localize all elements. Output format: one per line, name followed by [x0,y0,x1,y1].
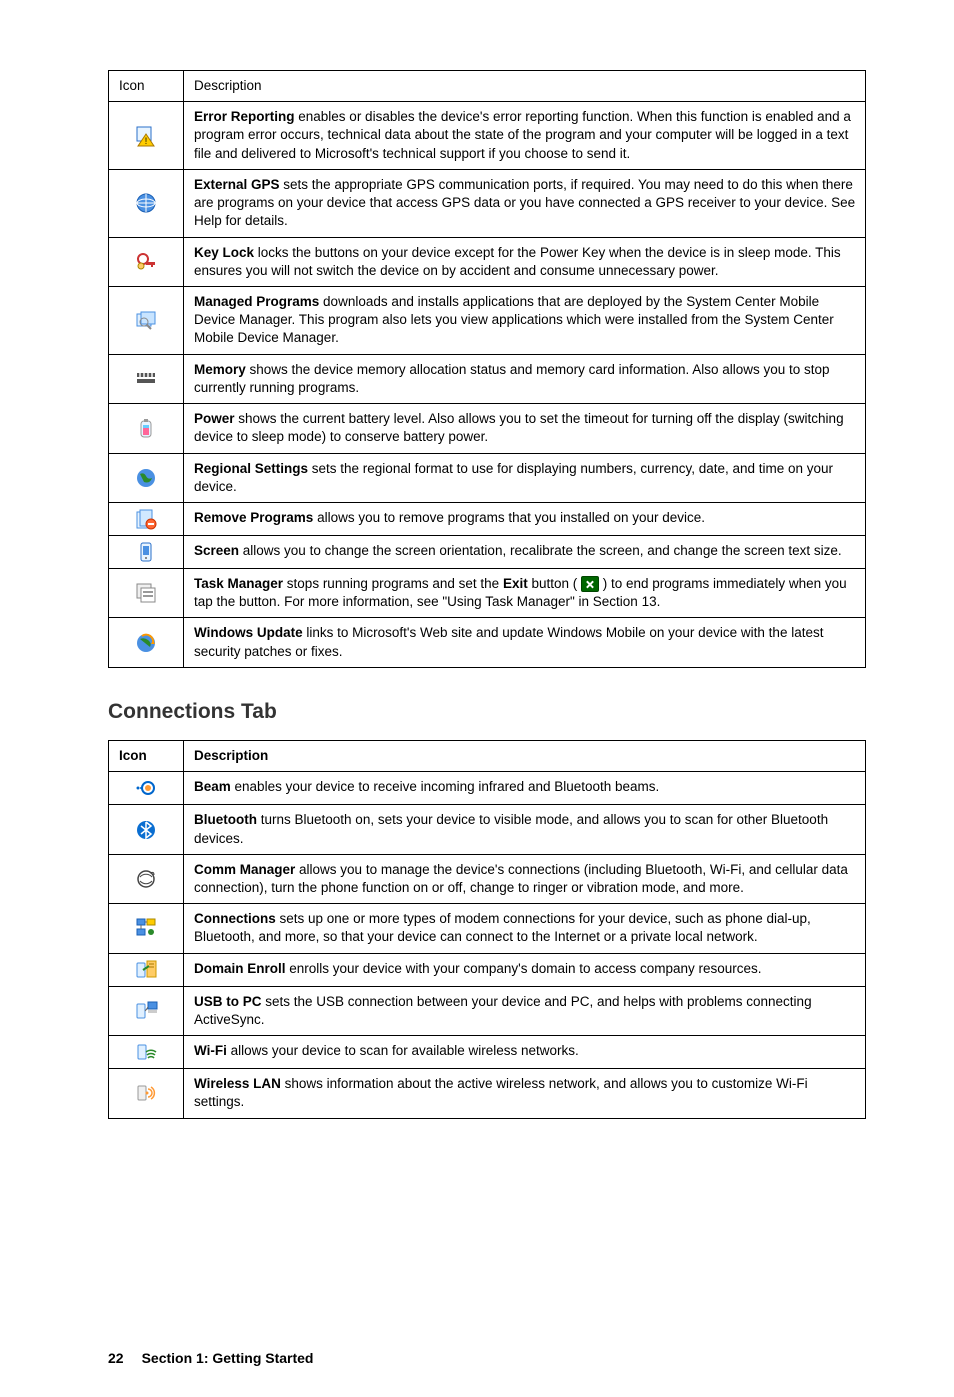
system-settings-table: Icon Description Error Reporting enables… [108,70,866,668]
remove-programs-icon [113,507,179,531]
table-header-icon: Icon [109,741,184,772]
table-row: USB to PC sets the USB connection betwee… [109,986,866,1035]
table-row: Beam enables your device to receive inco… [109,772,866,805]
wifi-icon [113,1040,179,1064]
exit-button-icon [581,576,599,592]
comm-manager-icon [113,867,179,891]
task-manager-icon [113,581,179,605]
table-row: Error Reporting enables or disables the … [109,102,866,170]
table-row: Memory shows the device memory allocatio… [109,354,866,403]
table-row: Wi-Fi allows your device to scan for ava… [109,1036,866,1069]
table-header-desc: Description [184,71,866,102]
external-gps-icon [113,191,179,215]
page-footer: 22 Section 1: Getting Started [108,1349,866,1368]
section-title: Section 1: Getting Started [142,1350,314,1366]
memory-icon [113,367,179,391]
wireless-lan-icon [113,1081,179,1105]
connections-tab-heading: Connections Tab [108,698,866,726]
table-row: Key Lock locks the buttons on your devic… [109,237,866,286]
table-row: Domain Enroll enrolls your device with y… [109,953,866,986]
connections-table: Icon Description Beam enables your devic… [108,740,866,1118]
managed-programs-icon [113,308,179,332]
beam-icon [113,776,179,800]
domain-enroll-icon [113,958,179,982]
regional-settings-icon [113,466,179,490]
usb-to-pc-icon [113,999,179,1023]
table-header-desc: Description [184,741,866,772]
screen-icon [113,540,179,564]
table-row: Wireless LAN shows information about the… [109,1069,866,1118]
table-row: Task Manager stops running programs and … [109,568,866,617]
windows-update-icon [113,631,179,655]
table-row: External GPS sets the appropriate GPS co… [109,169,866,237]
error-reporting-icon [113,124,179,148]
table-row: Remove Programs allows you to remove pro… [109,502,866,535]
page-number: 22 [108,1350,124,1366]
bluetooth-icon [113,818,179,842]
table-row: Connections sets up one or more types of… [109,904,866,953]
table-row: Regional Settings sets the regional form… [109,453,866,502]
key-lock-icon [113,250,179,274]
table-row: Bluetooth turns Bluetooth on, sets your … [109,805,866,854]
table-header-icon: Icon [109,71,184,102]
table-row: Comm Manager allows you to manage the de… [109,854,866,903]
table-row: Screen allows you to change the screen o… [109,535,866,568]
table-row: Managed Programs downloads and installs … [109,286,866,354]
power-icon [113,416,179,440]
table-row: Power shows the current battery level. A… [109,404,866,453]
table-row: Windows Update links to Microsoft's Web … [109,618,866,667]
connections-icon [113,916,179,940]
